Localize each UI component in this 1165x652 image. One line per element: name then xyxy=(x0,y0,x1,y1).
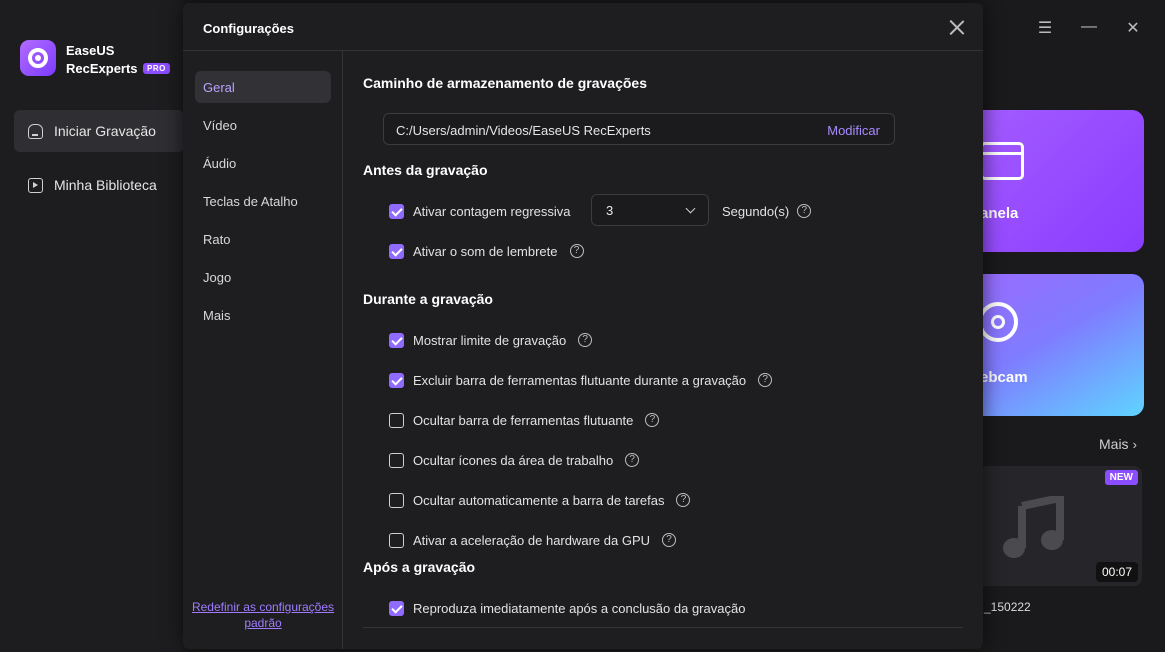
exclude-toolbar-label: Excluir barra de ferramentas flutuante d… xyxy=(413,372,747,388)
after-section-title: Após a gravação xyxy=(363,559,476,575)
nav-my-library[interactable]: Minha Biblioteca xyxy=(14,164,184,206)
more-link[interactable]: Mais › xyxy=(1099,436,1137,452)
countdown-checkbox[interactable] xyxy=(389,203,404,219)
menu-item-more[interactable]: Mais xyxy=(195,299,331,331)
recent-recording-thumbnail[interactable]: NEW 00:07 xyxy=(970,466,1142,586)
show-limit-option[interactable]: Mostrar limite de gravação ? xyxy=(389,331,593,349)
play-after-checkbox[interactable] xyxy=(389,600,404,616)
exclude-toolbar-option[interactable]: Excluir barra de ferramentas flutuante d… xyxy=(389,371,773,389)
brand-name-line1: EaseUS xyxy=(66,43,115,58)
countdown-value: 3 xyxy=(606,203,614,218)
record-window-label: anela xyxy=(980,205,1019,222)
during-section-title: Durante a gravação xyxy=(363,291,493,307)
app-sidebar: EaseUS RecExperts PRO Iniciar Gravação M… xyxy=(0,0,184,652)
storage-path-field[interactable]: C:/Users/admin/Videos/EaseUS RecExperts … xyxy=(383,113,895,145)
close-icon[interactable] xyxy=(949,19,965,35)
window-icon xyxy=(980,142,1024,180)
storage-path-value: C:/Users/admin/Videos/EaseUS RecExperts xyxy=(396,123,651,138)
webcam-icon xyxy=(978,302,1018,342)
auto-hide-taskbar-option[interactable]: Ocultar automaticamente a barra de taref… xyxy=(389,491,691,509)
menu-icon[interactable]: ☰ xyxy=(1037,18,1053,38)
chevron-down-icon xyxy=(685,203,696,214)
settings-content: Caminho de armazenamento de gravações C:… xyxy=(343,51,983,649)
reminder-option[interactable]: Ativar o som de lembrete ? xyxy=(389,242,584,260)
record-window-card[interactable]: anela xyxy=(970,110,1144,252)
settings-dialog: Configurações Geral Vídeo Áudio Teclas d… xyxy=(183,3,983,649)
countdown-option[interactable]: Ativar contagem regressiva xyxy=(389,202,571,220)
menu-item-mouse[interactable]: Rato xyxy=(195,223,331,255)
home-icon xyxy=(28,123,43,139)
nav-start-recording[interactable]: Iniciar Gravação xyxy=(14,110,184,152)
close-window-icon[interactable]: ✕ xyxy=(1125,18,1141,38)
settings-header: Configurações xyxy=(183,3,983,51)
hide-toolbar-label: Ocultar barra de ferramentas flutuante xyxy=(413,412,634,428)
exclude-toolbar-checkbox[interactable] xyxy=(389,372,404,388)
menu-item-game[interactable]: Jogo xyxy=(195,261,331,293)
modify-path-button[interactable]: Modificar xyxy=(827,123,880,138)
record-webcam-label: ebcam xyxy=(980,369,1028,386)
hide-desktop-icons-checkbox[interactable] xyxy=(389,452,404,468)
auto-hide-taskbar-checkbox[interactable] xyxy=(389,492,404,508)
recent-recording-name: _150222 xyxy=(984,600,1031,614)
more-link-label: Mais xyxy=(1099,436,1129,452)
gpu-acceleration-option[interactable]: Ativar a aceleração de hardware da GPU ? xyxy=(389,531,677,549)
seconds-label-row: Segundo(s) ? xyxy=(722,202,812,220)
divider xyxy=(363,627,963,628)
help-icon[interactable]: ? xyxy=(625,453,640,467)
record-webcam-card[interactable]: ebcam xyxy=(970,274,1144,416)
play-after-option[interactable]: Reproduza imediatamente após a conclusão… xyxy=(389,599,745,617)
menu-item-general[interactable]: Geral xyxy=(195,71,331,103)
reset-defaults-link[interactable]: Redefinir as configurações padrão xyxy=(189,599,337,631)
menu-item-hotkeys[interactable]: Teclas de Atalho xyxy=(195,185,331,217)
nav-my-library-label: Minha Biblioteca xyxy=(54,177,157,193)
brand-name-line2: RecExperts xyxy=(66,61,138,76)
minimize-icon[interactable]: — xyxy=(1081,18,1097,38)
hide-toolbar-option[interactable]: Ocultar barra de ferramentas flutuante ? xyxy=(389,411,660,429)
show-limit-label: Mostrar limite de gravação xyxy=(413,332,567,348)
help-icon[interactable]: ? xyxy=(578,333,593,347)
hide-toolbar-checkbox[interactable] xyxy=(389,412,404,428)
settings-menu: Geral Vídeo Áudio Teclas de Atalho Rato … xyxy=(183,51,343,649)
countdown-label: Ativar contagem regressiva xyxy=(413,203,571,219)
app-logo-icon xyxy=(20,40,56,76)
auto-hide-taskbar-label: Ocultar automaticamente a barra de taref… xyxy=(413,492,665,508)
hide-desktop-icons-label: Ocultar ícones da área de trabalho xyxy=(413,452,614,468)
menu-item-audio[interactable]: Áudio xyxy=(195,147,331,179)
countdown-select[interactable]: 3 xyxy=(591,194,709,226)
help-icon[interactable]: ? xyxy=(676,493,691,507)
duration-label: 00:07 xyxy=(1095,562,1138,582)
pro-badge: PRO xyxy=(143,63,170,74)
help-icon[interactable]: ? xyxy=(645,413,660,427)
play-after-label: Reproduza imediatamente após a conclusão… xyxy=(413,600,746,616)
menu-item-video[interactable]: Vídeo xyxy=(195,109,331,141)
reminder-checkbox[interactable] xyxy=(389,243,404,259)
library-icon xyxy=(28,177,43,193)
gpu-acceleration-label: Ativar a aceleração de hardware da GPU xyxy=(413,532,651,548)
hide-desktop-icons-option[interactable]: Ocultar ícones da área de trabalho ? xyxy=(389,451,640,469)
help-icon[interactable]: ? xyxy=(569,244,584,258)
reminder-label: Ativar o som de lembrete xyxy=(413,243,558,259)
nav-start-recording-label: Iniciar Gravação xyxy=(54,123,156,139)
settings-title: Configurações xyxy=(203,21,295,36)
gpu-acceleration-checkbox[interactable] xyxy=(389,532,404,548)
seconds-label: Segundo(s) xyxy=(722,203,790,219)
before-section-title: Antes da gravação xyxy=(363,162,488,178)
new-badge: NEW xyxy=(1104,470,1138,485)
storage-section-title: Caminho de armazenamento de gravações xyxy=(363,75,647,91)
help-icon[interactable]: ? xyxy=(797,204,812,218)
show-limit-checkbox[interactable] xyxy=(389,332,404,348)
chevron-right-icon: › xyxy=(1132,437,1137,452)
help-icon[interactable]: ? xyxy=(662,533,677,547)
window-controls: ☰ — ✕ xyxy=(1037,18,1141,38)
help-icon[interactable]: ? xyxy=(758,373,773,387)
music-note-icon xyxy=(1003,496,1064,558)
